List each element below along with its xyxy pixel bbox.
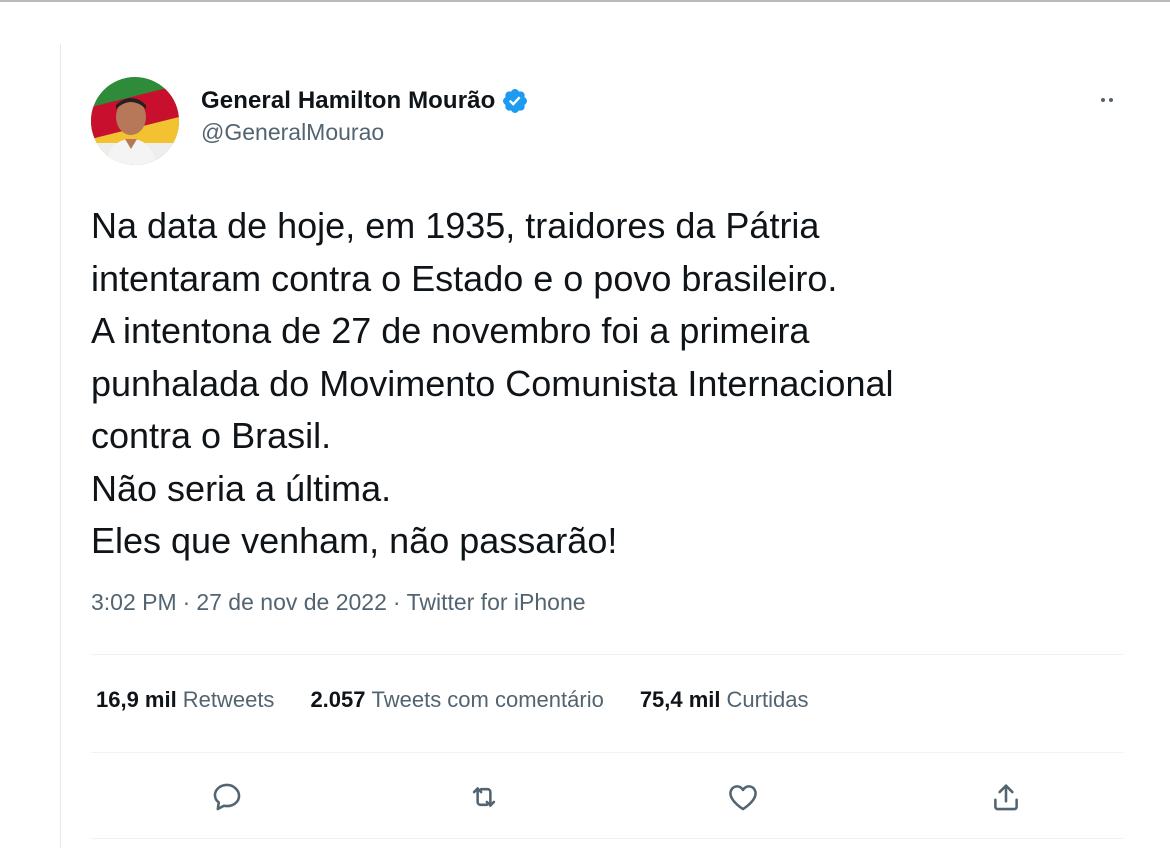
quote-tweets-count: 2.057 — [310, 687, 366, 712]
divider — [91, 752, 1123, 753]
tweet-text-line: intentaram contra o Estado e o povo bras… — [91, 257, 838, 299]
quote-tweets-label: Tweets com comentário — [371, 687, 604, 712]
quote-tweets-stat[interactable]: 2.057 Tweets com comentário — [310, 687, 603, 713]
likes-stat[interactable]: 75,4 mil Curtidas — [640, 687, 809, 713]
tweet-text-line: Na data de hoje, em 1935, traidores da P… — [91, 205, 820, 246]
verified-badge-icon — [501, 87, 529, 115]
tweet-stats: 16,9 mil Retweets 2.057 Tweets com comentá… — [96, 687, 844, 713]
tweet-card: General Hamilton Mourão @GeneralMourao N… — [60, 44, 1170, 848]
retweets-count: 16,9 mil — [96, 687, 177, 712]
display-name[interactable]: General Hamilton Mourão — [201, 87, 495, 115]
tweet-time[interactable]: 3:02 PM — [91, 589, 177, 615]
retweet-icon[interactable] — [464, 777, 504, 817]
likes-label: Curtidas — [726, 687, 809, 712]
tweet-text-line: Não seria a última. — [91, 467, 392, 509]
meta-separator: · — [392, 589, 401, 615]
display-name-row: General Hamilton Mourão — [201, 84, 529, 118]
avatar-image — [91, 77, 179, 165]
top-border — [0, 0, 1170, 2]
share-icon[interactable] — [986, 777, 1026, 817]
likes-count: 75,4 mil — [639, 687, 721, 712]
tweet-text-line: punhalada do Movimento Comunista Interna… — [91, 362, 894, 404]
tweet-date[interactable]: 27 de nov de 2022 — [196, 589, 387, 615]
tweet-text-line: Eles que venham, não passarão! — [91, 520, 618, 561]
tweet-actions — [61, 772, 1170, 822]
tweet-text-line: contra o Brasil. — [91, 415, 332, 456]
tweet-text-line: A intentona de 27 de novembro foi a prim… — [91, 310, 810, 351]
tweet-text: Na data de hoje, em 1935, traidores da P… — [91, 200, 1111, 568]
retweets-label: Retweets — [182, 687, 275, 712]
reply-icon[interactable] — [207, 777, 247, 817]
tweet-meta: 3:02 PM · 27 de nov de 2022 · Twitter for iP… — [91, 589, 586, 616]
meta-separator: · — [182, 589, 191, 615]
divider — [91, 654, 1123, 655]
like-icon[interactable] — [723, 777, 763, 817]
avatar[interactable] — [91, 77, 179, 165]
more-options-icon[interactable] — [1101, 92, 1121, 106]
retweets-stat[interactable]: 16,9 mil Retweets — [96, 687, 274, 713]
author-info: General Hamilton Mourão @GeneralMourao — [201, 84, 529, 146]
divider — [91, 838, 1123, 839]
user-handle[interactable]: @GeneralMourao — [201, 119, 529, 146]
tweet-source[interactable]: Twitter for iPhone — [407, 589, 586, 615]
